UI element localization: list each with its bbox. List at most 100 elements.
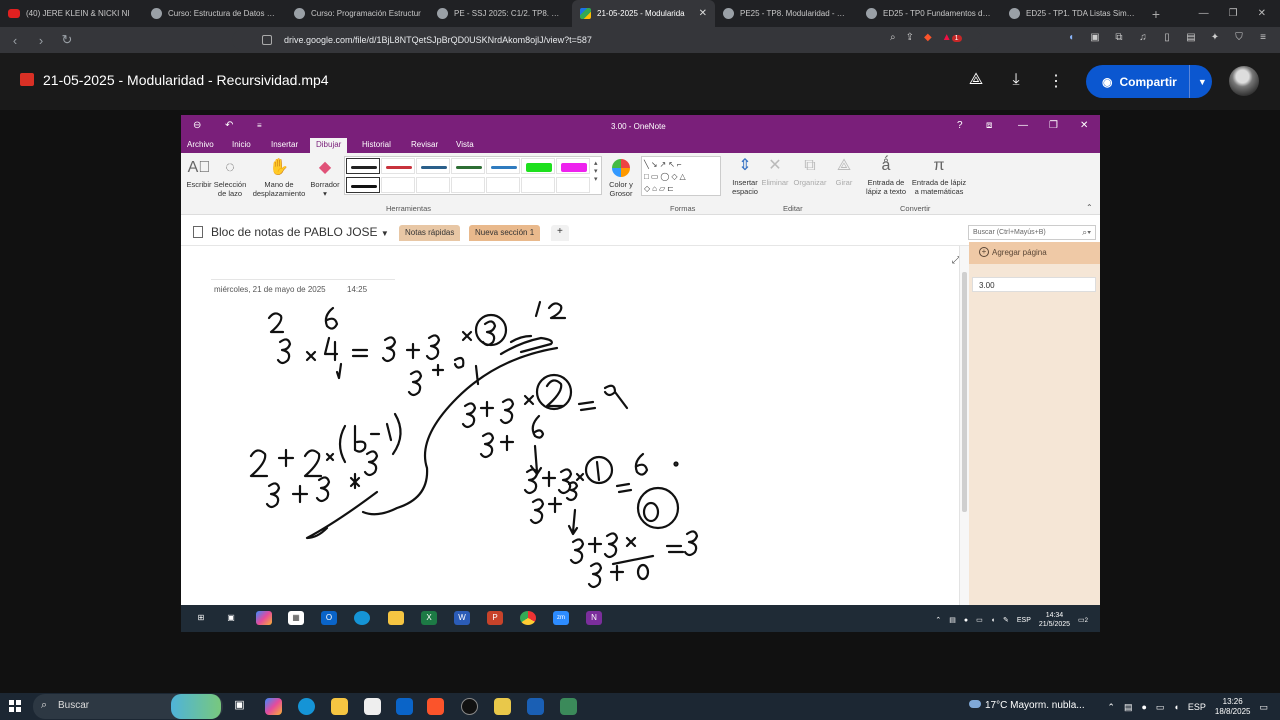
- browser-tab[interactable]: ED25 - TP0 Fundamentos de P: [858, 0, 1001, 27]
- brave-shield-icon[interactable]: ◆: [924, 32, 932, 43]
- ink-to-math-button[interactable]: π Entrada de lápiz a matemáticas: [909, 157, 969, 196]
- speaker-icon[interactable]: ◖: [991, 617, 995, 624]
- delete-button[interactable]: ✕ Eliminar: [759, 157, 791, 187]
- word-icon[interactable]: W: [454, 611, 470, 625]
- f-app-icon[interactable]: [527, 698, 544, 715]
- chevron-down-icon[interactable]: ▼: [1198, 77, 1207, 87]
- close-icon[interactable]: ✕: [699, 8, 707, 19]
- task-view-icon[interactable]: ▣: [223, 611, 239, 625]
- zoom-icon[interactable]: ⌕: [890, 32, 896, 43]
- download-icon[interactable]: ⤓: [1006, 71, 1026, 89]
- pen-swatch[interactable]: [451, 158, 485, 174]
- close-icon[interactable]: ✕: [1258, 8, 1266, 19]
- language-indicator[interactable]: ESP: [1017, 617, 1031, 624]
- pen-swatch-empty[interactable]: [486, 177, 520, 193]
- pen-swatch-empty[interactable]: [416, 177, 450, 193]
- browser-tab[interactable]: PE25 - TP8. Modularidad - Recu: [715, 0, 858, 27]
- close-icon[interactable]: ✕: [1080, 120, 1088, 131]
- minimize-icon[interactable]: —: [1018, 120, 1028, 131]
- tab-archivo[interactable]: Archivo: [187, 140, 214, 149]
- shapes-gallery[interactable]: ╲↘↗↖⌐ □▭◯◇△ ◇⌂▱⊏: [641, 156, 721, 196]
- tab-dibujar[interactable]: Dibujar: [310, 138, 348, 153]
- share-page-icon[interactable]: ⇪: [906, 32, 914, 43]
- extension-icon[interactable]: ⧉: [1112, 32, 1126, 43]
- wallet-icon[interactable]: ▤: [1184, 32, 1198, 43]
- clock[interactable]: 14:34 21/5/2025: [1039, 611, 1070, 629]
- edge-icon[interactable]: [354, 611, 370, 625]
- undo-icon[interactable]: ↶: [225, 120, 233, 131]
- add-to-drive-icon[interactable]: ⟁: [966, 71, 986, 89]
- customize-quick-access-icon[interactable]: ≡: [257, 121, 262, 130]
- rewards-icon[interactable]: ▲ 1: [942, 32, 962, 43]
- pen-swatch[interactable]: [381, 158, 415, 174]
- notebook-selector[interactable]: Bloc de notas de PABLO JOSE ▼: [193, 225, 389, 239]
- microphone-icon[interactable]: ●: [964, 617, 968, 624]
- new-tab-button[interactable]: +: [1144, 0, 1168, 27]
- rotate-button[interactable]: ⟁ Girar: [829, 157, 859, 187]
- forward-icon[interactable]: ›: [34, 33, 48, 48]
- vertical-scrollbar[interactable]: [959, 246, 969, 605]
- eraser-button[interactable]: ◆ Borrador ▾: [307, 159, 343, 198]
- github-icon[interactable]: [461, 698, 478, 715]
- type-button[interactable]: A⃓ Escribir: [185, 159, 213, 189]
- browser-tab[interactable]: Curso: Estructura de Datos SSJ: [143, 0, 286, 27]
- scrollbar-thumb[interactable]: [962, 272, 967, 512]
- store-icon[interactable]: [364, 698, 381, 715]
- language-indicator[interactable]: ESP: [1188, 702, 1206, 712]
- lasso-select-button[interactable]: ◌ Selección de lazo: [211, 159, 249, 198]
- pen-swatch[interactable]: [416, 158, 450, 174]
- add-section-button[interactable]: +: [551, 225, 569, 241]
- battery-icon[interactable]: ▭: [976, 616, 983, 624]
- more-options-icon[interactable]: ⋮: [1046, 71, 1066, 91]
- zoom-app-icon[interactable]: zm: [553, 611, 569, 625]
- copilot-icon[interactable]: [265, 698, 282, 715]
- app-icon[interactable]: [494, 698, 511, 715]
- tab-inicio[interactable]: Inicio: [232, 140, 251, 149]
- menu-icon[interactable]: ≡: [1256, 32, 1270, 43]
- notifications-icon[interactable]: ▭2: [1078, 616, 1088, 624]
- color-thickness-button[interactable]: Color y Grosor: [605, 159, 637, 198]
- audio-icon[interactable]: ◖: [1064, 32, 1078, 43]
- browser-tab[interactable]: (40) JERE KLEIN & NICKI NI: [0, 0, 143, 27]
- restore-icon[interactable]: ❐: [1049, 120, 1058, 131]
- share-button[interactable]: ◉ Compartir ▼: [1086, 65, 1212, 98]
- powerpoint-icon[interactable]: P: [487, 611, 503, 625]
- url-input[interactable]: drive.google.com/file/d/1BjL8NTQetSJpBrQ…: [232, 30, 982, 50]
- section-tab[interactable]: Notas rápidas: [399, 225, 461, 241]
- back-icon[interactable]: ⊖: [193, 120, 201, 131]
- network-icon[interactable]: ▤: [949, 616, 956, 624]
- outlook-icon[interactable]: O: [321, 611, 337, 625]
- weather-widget[interactable]: 17°C Mayorm. nubla...: [969, 700, 1085, 711]
- arrange-button[interactable]: ⧉ Organizar: [791, 157, 829, 187]
- help-icon[interactable]: ?: [957, 120, 963, 131]
- tab-vista[interactable]: Vista: [456, 140, 474, 149]
- leo-icon[interactable]: ✦: [1208, 32, 1222, 43]
- pen-icon[interactable]: ✎: [1003, 616, 1009, 624]
- tab-historial[interactable]: Historial: [362, 140, 391, 149]
- pan-hand-button[interactable]: ✋ Mano de desplazamiento: [249, 159, 309, 198]
- browser-tab[interactable]: PE - SSJ 2025: C1/2. TP8. Recu: [429, 0, 572, 27]
- pen-swatch-empty[interactable]: [556, 177, 590, 193]
- windows-start-icon[interactable]: [9, 700, 21, 712]
- avatar[interactable]: [1229, 66, 1259, 96]
- section-tab-active[interactable]: Nueva sección 1: [469, 225, 541, 241]
- search-input[interactable]: Buscar (Ctrl+Mayús+B) ⌕▾: [968, 225, 1096, 240]
- taskbar-search[interactable]: ⌕ Buscar: [33, 694, 223, 719]
- edge-icon[interactable]: [298, 698, 315, 715]
- page-list-item[interactable]: 3.00: [972, 277, 1096, 292]
- reload-icon[interactable]: ↻: [60, 32, 74, 48]
- file-explorer-icon[interactable]: [388, 611, 404, 625]
- chevron-up-icon[interactable]: ⌃: [935, 616, 941, 624]
- game-app-icon[interactable]: [560, 698, 577, 715]
- highlighter-swatch[interactable]: [521, 158, 555, 174]
- brave-icon[interactable]: [427, 698, 444, 715]
- onenote-icon[interactable]: N: [586, 611, 602, 625]
- tab-insertar[interactable]: Insertar: [271, 140, 298, 149]
- windows-start-icon[interactable]: ⊞: [193, 611, 209, 625]
- back-icon[interactable]: ‹: [8, 33, 22, 48]
- copilot-icon[interactable]: [256, 611, 272, 625]
- pen-swatch[interactable]: [346, 158, 380, 174]
- screenshot-icon[interactable]: ▣: [1088, 32, 1102, 43]
- browser-tab-active[interactable]: 21-05-2025 - Modularida ✕: [572, 0, 715, 27]
- chevron-up-icon[interactable]: ⌃: [1107, 702, 1115, 713]
